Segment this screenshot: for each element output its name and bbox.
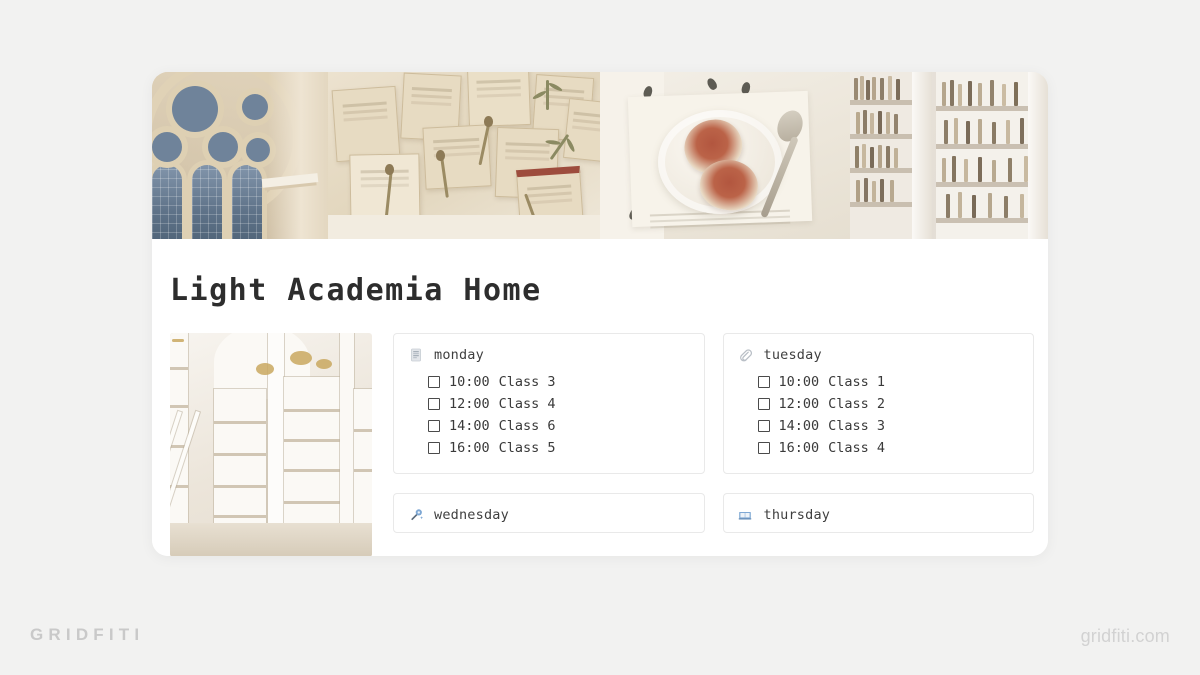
app-window: Light Academia Home monday 10:00 Class 3…	[152, 72, 1048, 556]
task-checkbox[interactable]	[757, 398, 770, 410]
cover-image-white-library-shelves	[850, 72, 1048, 239]
task-row[interactable]: 14:00 Class 3	[738, 415, 1020, 437]
cover-image-strip	[152, 72, 1048, 239]
cover-image-figs-on-plate	[600, 72, 850, 239]
task-label: Class 5	[498, 440, 556, 456]
day-card-tuesday[interactable]: tuesday 10:00 Class 1 12:00 Class 2 14:0…	[722, 333, 1034, 474]
paperclip-icon	[738, 348, 753, 363]
task-label: Class 4	[828, 440, 886, 456]
task-label: Class 6	[498, 418, 556, 434]
task-row[interactable]: 10:00 Class 1	[738, 371, 1020, 393]
day-card-monday[interactable]: monday 10:00 Class 3 12:00 Class 4 14:00…	[393, 333, 705, 474]
magic-wand-icon	[408, 508, 423, 523]
open-book-icon	[738, 508, 753, 523]
task-time: 12:00	[778, 396, 820, 412]
task-label: Class 3	[498, 374, 556, 390]
task-time: 10:00	[449, 374, 490, 390]
task-label: Class 3	[828, 418, 886, 434]
day-card-header: monday	[408, 347, 690, 363]
task-time: 16:00	[778, 440, 820, 456]
task-row[interactable]: 16:00 Class 4	[738, 437, 1020, 459]
task-time: 12:00	[449, 396, 490, 412]
task-row[interactable]: 14:00 Class 6	[408, 415, 690, 437]
day-card-header: tuesday	[738, 347, 1020, 363]
day-label: tuesday	[763, 347, 822, 363]
task-checkbox[interactable]	[428, 398, 440, 410]
task-label: Class 1	[828, 374, 886, 390]
task-row[interactable]: 12:00 Class 2	[738, 393, 1020, 415]
day-label: wednesday	[434, 507, 509, 523]
baroque-library-hall-photo	[170, 333, 372, 556]
task-time: 10:00	[778, 374, 820, 390]
task-row[interactable]: 10:00 Class 3	[408, 371, 690, 393]
task-label: Class 4	[498, 396, 556, 412]
schedule-column-right: tuesday 10:00 Class 1 12:00 Class 2 14:0…	[722, 333, 1034, 556]
brand-url: gridfiti.com	[1080, 626, 1170, 646]
task-checkbox[interactable]	[428, 376, 440, 388]
schedule-grid: monday 10:00 Class 3 12:00 Class 4 14:00…	[393, 333, 1034, 556]
task-checkbox[interactable]	[428, 442, 440, 454]
day-label: monday	[434, 347, 484, 363]
day-card-thursday[interactable]: thursday	[722, 493, 1034, 533]
cover-image-gothic-cathedral-window	[152, 72, 328, 239]
day-card-header: thursday	[738, 507, 1020, 523]
day-card-wednesday[interactable]: wednesday	[393, 493, 705, 533]
schedule-column-left: monday 10:00 Class 3 12:00 Class 4 14:00…	[393, 333, 705, 556]
task-checkbox[interactable]	[757, 376, 770, 388]
day-card-header: wednesday	[408, 507, 690, 523]
task-time: 16:00	[449, 440, 490, 456]
content-row: monday 10:00 Class 3 12:00 Class 4 14:00…	[170, 333, 1034, 556]
brand-wordmark: GRIDFITI	[30, 625, 145, 644]
task-checkbox[interactable]	[757, 420, 770, 432]
cover-image-vintage-books-flowers	[328, 72, 600, 239]
page-body: Light Academia Home monday 10:00 Class 3…	[152, 239, 1048, 556]
task-checkbox[interactable]	[428, 420, 440, 432]
task-time: 14:00	[449, 418, 490, 434]
document-icon	[408, 348, 423, 363]
day-label: thursday	[763, 507, 831, 523]
page-title: Light Academia Home	[170, 273, 542, 308]
task-checkbox[interactable]	[757, 442, 770, 454]
task-row[interactable]: 12:00 Class 4	[408, 393, 690, 415]
task-label: Class 2	[828, 396, 886, 412]
task-row[interactable]: 16:00 Class 5	[408, 437, 690, 459]
task-time: 14:00	[778, 418, 820, 434]
